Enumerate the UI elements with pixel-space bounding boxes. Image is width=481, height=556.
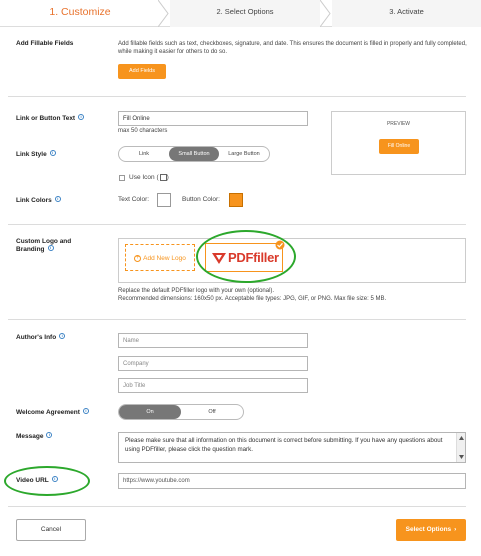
- link-colors-label: Link Colors i: [16, 196, 61, 204]
- info-icon[interactable]: i: [54, 196, 61, 203]
- preview-panel: PREVIEW Fill Online: [331, 111, 466, 175]
- link-style-option-large-button[interactable]: Large Button: [219, 147, 269, 161]
- use-icon-checkbox[interactable]: [119, 175, 125, 181]
- divider: [8, 224, 466, 225]
- add-fields-button[interactable]: Add Fields: [118, 64, 166, 79]
- step-separator: [158, 0, 169, 27]
- info-icon[interactable]: i: [49, 150, 56, 157]
- cancel-button[interactable]: Cancel: [16, 519, 86, 541]
- fillable-label: Add Fillable Fields: [16, 40, 74, 47]
- link-style-option-small-button[interactable]: Small Button: [169, 147, 219, 161]
- text-color-label: Text Color:: [118, 196, 150, 203]
- preview-title: PREVIEW: [386, 121, 411, 127]
- author-name-input[interactable]: Name: [118, 333, 308, 348]
- author-company-input[interactable]: Company: [118, 356, 308, 371]
- info-icon[interactable]: i: [46, 432, 53, 439]
- message-label: Message i: [16, 432, 53, 440]
- custom-logo-label: Custom Logo and Branding i: [16, 238, 72, 253]
- fillable-description: Add fillable fields such as text, checkb…: [118, 41, 467, 55]
- authors-info-label: Author's Info i: [16, 333, 66, 341]
- scroll-down-icon[interactable]: [459, 455, 464, 459]
- link-text-hint: max 50 characters: [118, 128, 168, 134]
- divider: [8, 96, 466, 97]
- step-customize[interactable]: 1. Customize: [0, 0, 160, 27]
- welcome-agreement-label: Welcome Agreement i: [16, 408, 89, 416]
- button-color-label: Button Color:: [182, 196, 220, 203]
- wizard-stepper: 1. Customize 2. Select Options 3. Activa…: [0, 0, 481, 27]
- step-separator: [320, 0, 331, 27]
- video-url-input[interactable]: https://www.youtube.com: [118, 473, 466, 489]
- info-icon[interactable]: i: [82, 408, 89, 415]
- logo-note-2: Recommended dimensions: 160x50 px. Accep…: [118, 296, 387, 302]
- welcome-on-option[interactable]: On: [119, 405, 181, 419]
- select-options-button[interactable]: Select Options ›: [396, 519, 466, 541]
- link-text-label: Link or Button Text i: [16, 114, 85, 122]
- link-style-label: Link Style i: [16, 150, 56, 158]
- plus-circle-icon: +: [134, 254, 142, 262]
- preview-fill-online-button: Fill Online: [379, 139, 419, 154]
- button-color-swatch[interactable]: [229, 193, 243, 207]
- author-job-title-input[interactable]: Job Title: [118, 378, 308, 393]
- logo-note-1: Replace the default PDFfiller logo with …: [118, 288, 275, 294]
- message-textarea[interactable]: Please make sure that all information on…: [118, 432, 466, 463]
- divider: [8, 506, 466, 507]
- message-text: Please make sure that all information on…: [125, 437, 443, 453]
- info-icon[interactable]: i: [47, 245, 54, 252]
- welcome-agreement-toggle: On Off: [118, 404, 244, 420]
- highlight-oval-video: [4, 466, 90, 496]
- link-style-option-link[interactable]: Link: [119, 147, 169, 161]
- step-activate[interactable]: 3. Activate: [332, 0, 481, 27]
- welcome-off-option[interactable]: Off: [181, 405, 243, 419]
- message-scrollbar[interactable]: [456, 433, 465, 462]
- link-style-selector: Link Small Button Large Button: [118, 146, 270, 162]
- add-new-logo-button[interactable]: + Add New Logo: [125, 244, 195, 271]
- text-color-swatch[interactable]: [157, 193, 171, 207]
- info-icon[interactable]: i: [78, 114, 85, 121]
- highlight-oval-logo: [196, 230, 296, 283]
- chevron-right-icon: ›: [454, 526, 457, 533]
- link-text-input[interactable]: Fill Online: [118, 111, 308, 126]
- scroll-up-icon[interactable]: [459, 436, 464, 440]
- divider: [8, 319, 466, 320]
- edit-icon: [159, 174, 167, 181]
- step-select-options[interactable]: 2. Select Options: [170, 0, 320, 27]
- use-icon-label: Use Icon (): [129, 174, 169, 182]
- info-icon[interactable]: i: [59, 333, 66, 340]
